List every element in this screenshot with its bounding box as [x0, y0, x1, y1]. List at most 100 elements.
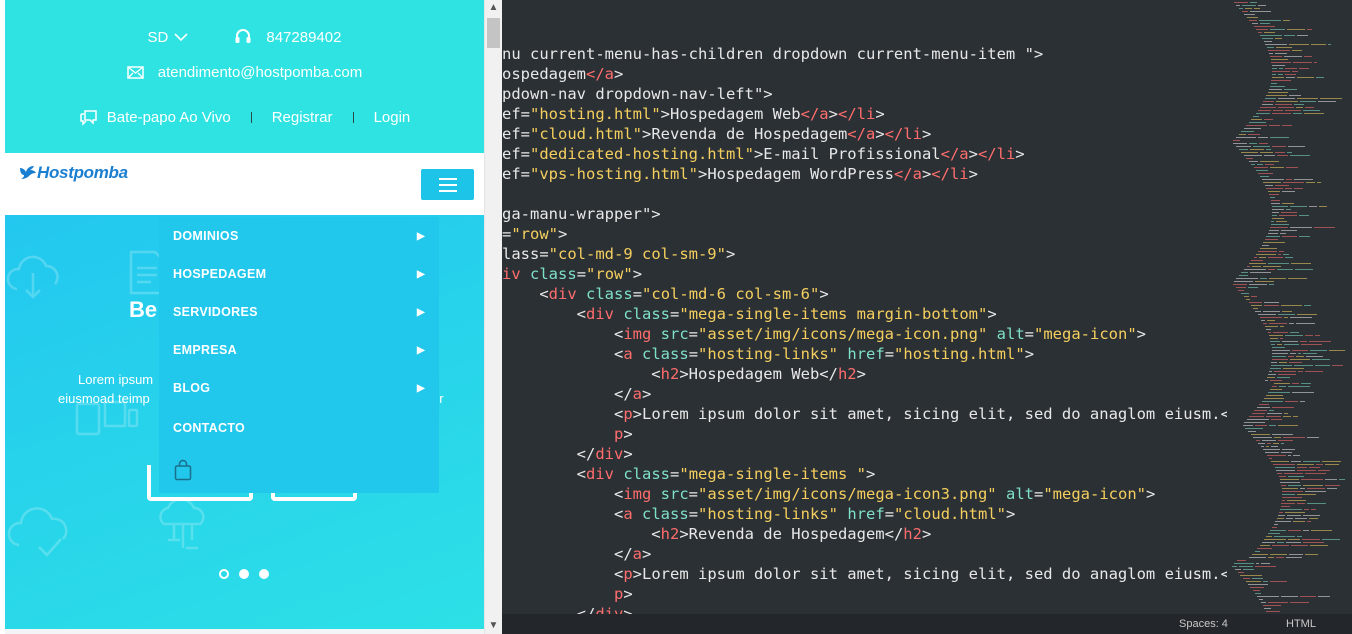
code-line[interactable]: ef="cloud.html">Revenda de Hospedagem</a… [502, 124, 931, 144]
menu-item-dominios[interactable]: DOMINIOS ▶ [173, 229, 425, 243]
code-line[interactable]: <div class="mega-single-items "> [502, 464, 876, 484]
code-token: < [502, 405, 624, 423]
code-line[interactable]: ef="vps-hosting.html">Hospedagem WordPre… [502, 164, 978, 184]
minimap-stroke [1296, 464, 1314, 465]
code-line[interactable]: ga-manu-wrapper"> [502, 204, 661, 224]
code-line[interactable]: </a> [502, 384, 651, 404]
minimap-stroke [1271, 359, 1288, 360]
email-address[interactable]: atendimento@hostpomba.com [158, 64, 363, 81]
code-line[interactable]: <p>Lorem ipsum dolor sit amet, sicing el… [502, 564, 1227, 584]
code-area[interactable]: nu current-menu-has-children dropdown cu… [502, 0, 1227, 614]
code-line[interactable]: p> [502, 424, 633, 444]
minimap-stroke [1255, 254, 1276, 255]
minimap-stroke [1236, 278, 1259, 279]
code-line[interactable]: <img src="asset/img/icons/mega-icon.png"… [502, 324, 1146, 344]
editor-minimap[interactable] [1227, 0, 1352, 614]
minimap-stroke [1273, 371, 1296, 372]
minimap-stroke [1282, 311, 1293, 312]
minimap-stroke [1293, 179, 1313, 180]
code-token: > [875, 125, 885, 143]
menu-item-empresa[interactable]: EMPRESA ▶ [173, 343, 425, 357]
minimap-stroke [1280, 482, 1301, 483]
minimap-stroke [1266, 236, 1281, 237]
minimap-stroke [1271, 386, 1277, 387]
register-link[interactable]: Registrar [272, 109, 333, 126]
code-line[interactable]: iv class="row"> [502, 264, 642, 284]
menu-item-servidores[interactable]: SERVIDORES ▶ [173, 305, 425, 319]
minimap-stroke [1283, 413, 1288, 414]
code-token: "dedicated-hosting.html" [530, 145, 754, 163]
minimap-stroke [1281, 452, 1293, 453]
menu-item-hospedagem[interactable]: HOSPEDAGEM ▶ [173, 267, 425, 281]
shopping-bag-icon[interactable] [174, 459, 192, 481]
code-line[interactable]: p> [502, 584, 633, 604]
code-line[interactable]: <a class="hosting-links" href="hosting.h… [502, 344, 1034, 364]
minimap-stroke [1239, 8, 1244, 9]
slider-dot-2[interactable] [239, 569, 249, 579]
slider-dot-1[interactable] [219, 569, 229, 579]
minimap-stroke [1273, 383, 1290, 384]
minimap-stroke [1299, 236, 1311, 237]
code-line[interactable]: </a> [502, 544, 651, 564]
code-line[interactable]: <div class="mega-single-items margin-bot… [502, 304, 997, 324]
code-token: ef= [502, 125, 530, 143]
minimap-stroke [1298, 68, 1309, 69]
indentation-status[interactable]: Spaces: 4 [1179, 618, 1228, 630]
minimap-stroke [1289, 227, 1312, 228]
scroll-up-icon[interactable]: ▲ [485, 2, 502, 13]
scrollbar-thumb[interactable] [487, 18, 500, 48]
minimap-stroke [1263, 242, 1286, 243]
code-line[interactable]: ="row"> [502, 224, 567, 244]
language-selector[interactable]: SD [148, 29, 189, 46]
code-token: h2 [660, 365, 680, 383]
hamburger-icon-bar [438, 177, 457, 180]
minimap-stroke [1257, 548, 1273, 549]
code-line[interactable]: </div> [502, 444, 633, 464]
minimap-stroke [1283, 89, 1297, 90]
minimap-stroke [1269, 338, 1278, 339]
code-line[interactable]: <img src="asset/img/icons/mega-icon3.png… [502, 484, 1155, 504]
code-line[interactable]: ef="hosting.html">Hospedagem Web</a></li… [502, 104, 885, 124]
slider-dot-3[interactable] [259, 569, 269, 579]
minimap-stroke [1288, 485, 1302, 486]
minimap-stroke [1288, 146, 1306, 147]
code-line[interactable]: <div class="col-md-6 col-sm-6"> [502, 284, 828, 304]
minimap-stroke [1282, 254, 1289, 255]
minimap-stroke [1287, 356, 1294, 357]
site-logo[interactable]: Hostpomba [19, 163, 128, 183]
minimap-stroke [1270, 389, 1283, 390]
menu-item-blog[interactable]: BLOG ▶ [173, 381, 425, 395]
code-line[interactable]: </div> [502, 604, 633, 614]
login-link[interactable]: Login [374, 109, 411, 126]
menu-item-contacto[interactable]: CONTACTO [173, 421, 425, 435]
code-line[interactable]: <h2>Hospedagem Web</h2> [502, 364, 866, 384]
code-line[interactable]: nu current-menu-has-children dropdown cu… [502, 44, 1043, 64]
scroll-down-icon[interactable]: ▼ [485, 620, 502, 631]
phone-number[interactable]: 847289402 [266, 29, 341, 46]
minimap-stroke [1251, 164, 1256, 165]
minimap-stroke [1318, 206, 1327, 207]
minimap-stroke [1318, 101, 1337, 102]
browser-scrollbar[interactable]: ▲ ▼ [484, 0, 502, 634]
code-line[interactable]: <a class="hosting-links" href="cloud.htm… [502, 504, 1015, 524]
code-line[interactable]: lass="col-md-9 col-sm-9"> [502, 244, 735, 264]
minimap-stroke [1274, 185, 1289, 186]
minimap-stroke [1289, 554, 1304, 555]
minimap-stroke [1252, 590, 1260, 591]
syntax-status[interactable]: HTML [1286, 618, 1316, 630]
minimap-stroke [1279, 326, 1284, 327]
code-line[interactable]: <h2>Revenda de Hospedagem</h2> [502, 524, 931, 544]
code-token: </li [931, 165, 969, 183]
code-line[interactable]: ospedagem</a> [502, 64, 623, 84]
minimap-stroke [1240, 575, 1263, 576]
code-token: ef= [502, 145, 530, 163]
live-chat-link[interactable]: Bate-papo Ao Vivo [79, 109, 231, 126]
code-line[interactable]: <p>Lorem ipsum dolor sit amet, sicing el… [502, 404, 1227, 424]
code-line[interactable]: pdown-nav dropdown-nav-left"> [502, 84, 773, 104]
minimap-stroke [1314, 335, 1320, 336]
minimap-stroke [1276, 542, 1284, 543]
code-line[interactable]: ef="dedicated-hosting.html">E-mail Profi… [502, 144, 1025, 164]
hamburger-menu-button[interactable] [421, 169, 474, 200]
minimap-stroke [1319, 98, 1342, 99]
minimap-stroke [1297, 470, 1317, 471]
